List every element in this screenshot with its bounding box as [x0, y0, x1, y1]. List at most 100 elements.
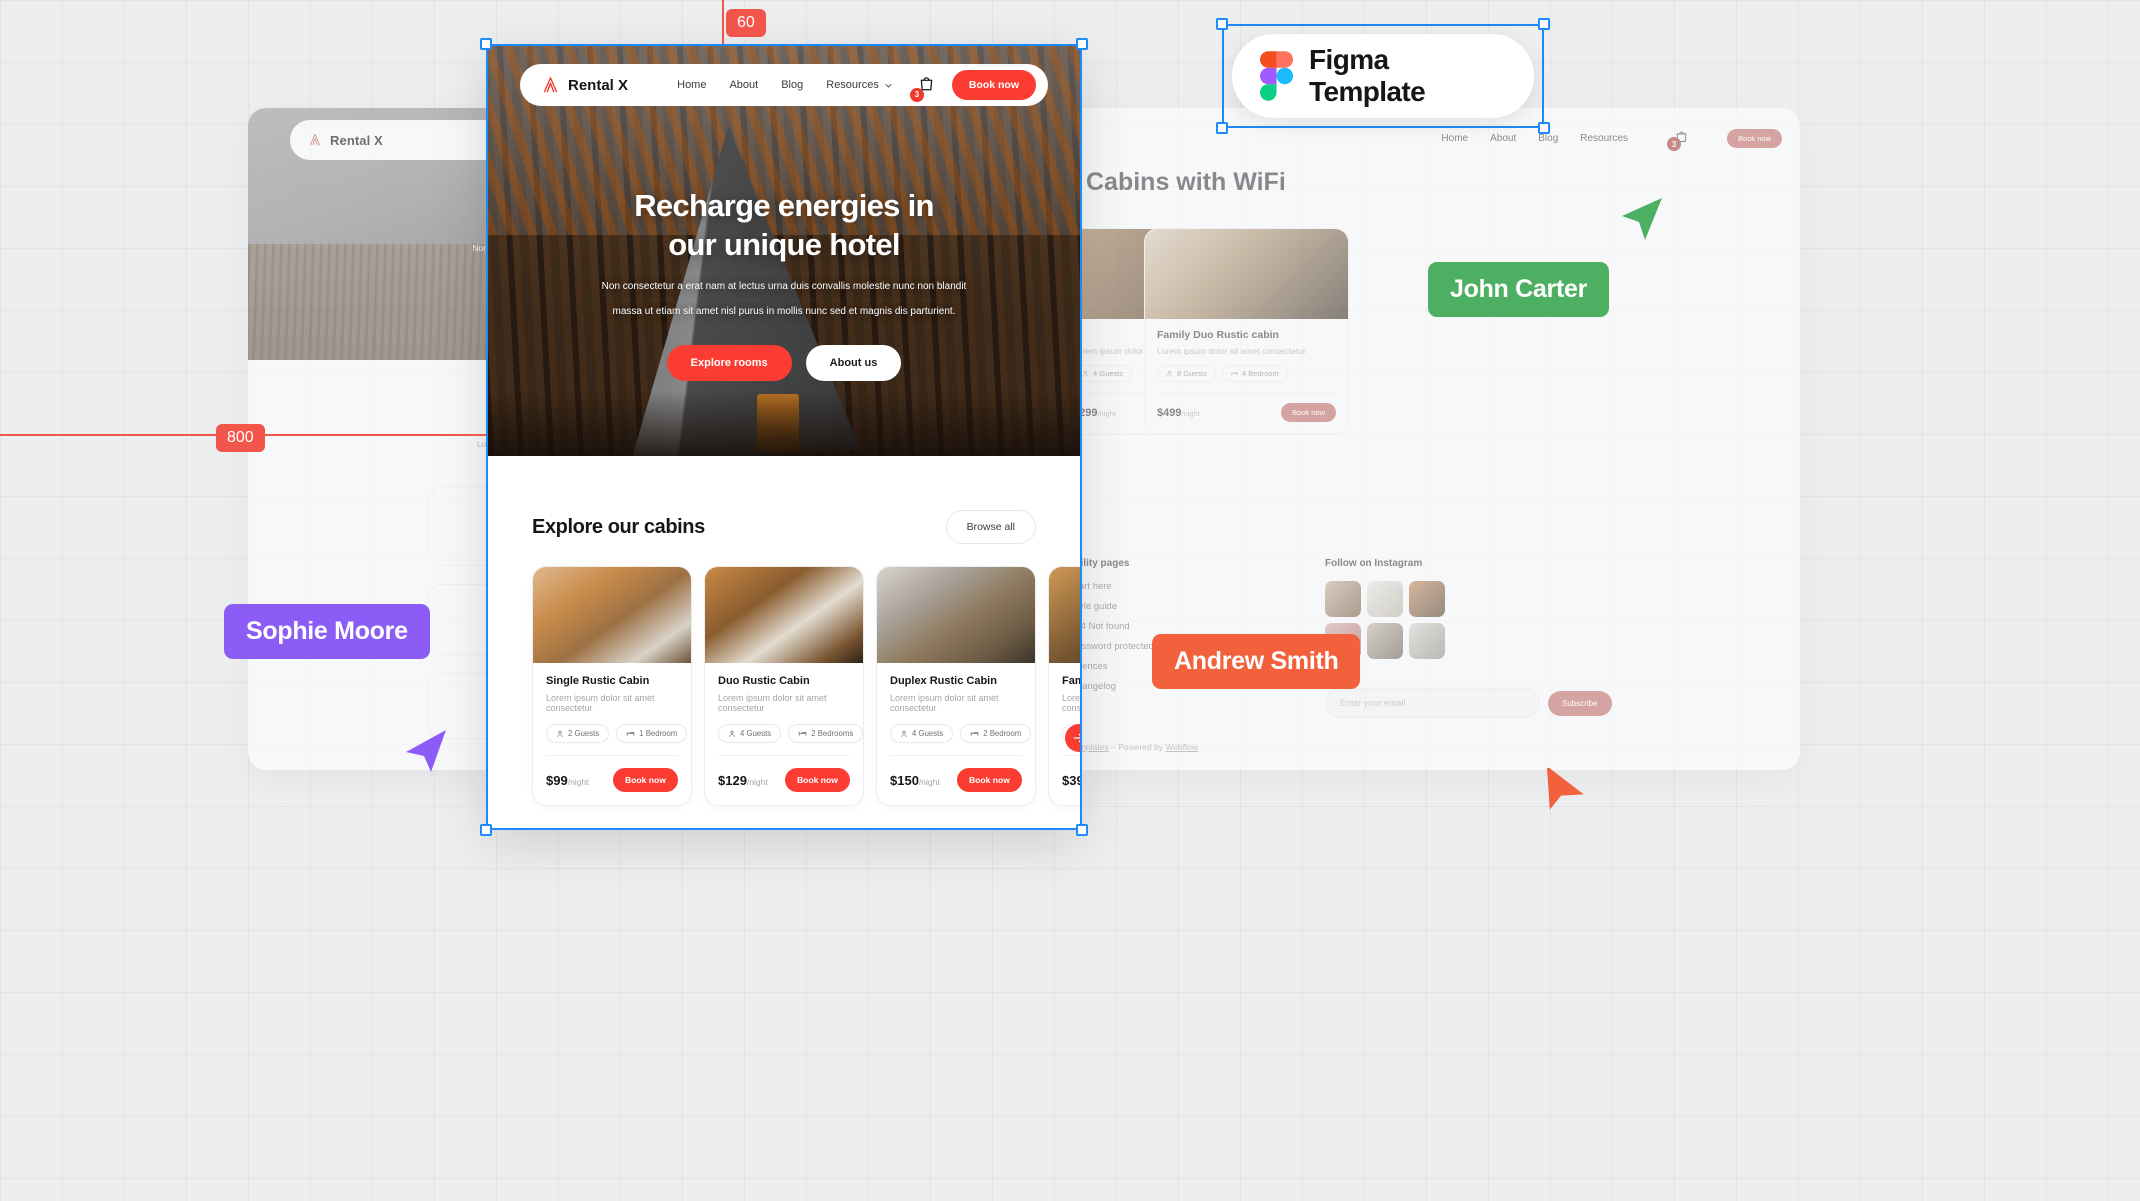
cart-button[interactable]: 3 [909, 73, 936, 102]
cabin-guests-chip: 2 Guests [546, 724, 610, 743]
email-input[interactable]: Enter your email [1325, 688, 1540, 718]
cabin-card[interactable]: Family Duo Rustic cabin Lorem ipsum dolo… [1048, 566, 1080, 806]
cabin-desc: Lorem ipsum dolor sit amet consectetur [890, 693, 999, 713]
browse-all-button[interactable]: Browse all [945, 510, 1036, 544]
cabin-card[interactable]: Single Rustic Cabin Lorem ipsum dolor si… [532, 566, 692, 806]
cabin-card[interactable]: Duplex Rustic Cabin Lorem ipsum dolor si… [876, 566, 1036, 806]
utility-link-licences[interactable]: Licences [1070, 661, 1154, 672]
right-book-now-button[interactable]: Book now [1727, 128, 1782, 148]
cabin-book-now-button[interactable]: Book now [1281, 403, 1336, 422]
cabin-chips: 2 Guests 1 Bedroom [546, 724, 688, 743]
bed-icon [798, 731, 807, 736]
figma-handle-bl[interactable] [1216, 122, 1228, 134]
utility-link-changelog[interactable]: Changelog [1070, 681, 1154, 692]
brand[interactable]: Rental X [542, 76, 628, 94]
cabin-bedrooms-chip: 4 Bedroom [1222, 365, 1288, 382]
cabin-bedrooms-chip: 1 Bedroom [616, 724, 688, 743]
selected-frame-home[interactable]: Rental X Home About Blog Resources 3 Boo… [488, 46, 1080, 828]
hero-buttons: Explore rooms About us [536, 345, 1032, 382]
utility-link-start-here[interactable]: Start here [1070, 581, 1154, 592]
nav-link-about[interactable]: About [729, 79, 758, 91]
nav-link-resources-label: Resources [826, 79, 879, 91]
book-now-button[interactable]: Book now [951, 70, 1036, 100]
cabin-book-now-button[interactable]: Book now [956, 768, 1022, 792]
cabin-image [533, 567, 691, 663]
hero-title-line2: our unique hotel [668, 227, 900, 263]
figma-template-label: Figma Template [1309, 44, 1426, 107]
selection-handle-tr[interactable] [1076, 38, 1088, 50]
cabin-name: Single Rustic Cabin [546, 675, 650, 687]
cabin-book-now-button[interactable]: Book now [612, 768, 678, 792]
selection-handle-bl[interactable] [480, 824, 492, 836]
tent-logo-icon [309, 133, 321, 146]
cabin-desc: Lorem ipsum dolor sit amet consectetur [546, 693, 655, 713]
cabin-guests-text: 4 Guests [912, 729, 944, 738]
utility-link-style-guide[interactable]: Style guide [1070, 601, 1154, 612]
explore-rooms-button[interactable]: Explore rooms [666, 345, 792, 382]
hero-title: Recharge energies in our unique hotel [536, 186, 1032, 264]
collaborator-label-john-carter: John Carter [1428, 262, 1610, 317]
selection-handle-tl[interactable] [480, 38, 492, 50]
collaborator-label-sophie-moore: Sophie Moore [224, 604, 430, 659]
about-us-button[interactable]: About us [805, 345, 902, 382]
cabins-carousel[interactable]: Single Rustic Cabin Lorem ipsum dolor si… [532, 566, 1080, 806]
nav-link-resources[interactable]: Resources [826, 79, 893, 91]
cabin-book-now-button[interactable]: Book now [784, 768, 850, 792]
right-frame-navbar[interactable]: Home About Blog Resources 3 Book now [1441, 118, 1782, 158]
right-frame-title: Cabins with WiFi [1086, 168, 1286, 196]
green-cursor [1622, 198, 1662, 240]
cabin-card[interactable]: Duo Rustic Cabin Lorem ipsum dolor sit a… [704, 566, 864, 806]
right-cabin-card[interactable]: Family Duo Rustic cabin Lorem ipsum dolo… [1144, 228, 1349, 435]
footer-webflow-link[interactable]: Webflow [1165, 742, 1197, 752]
instagram-thumb[interactable] [1409, 581, 1445, 617]
nav-link-home[interactable]: Home [677, 79, 706, 91]
cabin-chips: 4 Guests 2 Bedroom [890, 724, 1032, 743]
cabin-bedrooms-text: 1 Bedroom [639, 729, 678, 738]
right-nav-link-about[interactable]: About [1490, 133, 1516, 144]
cabin-price-unit: /night [918, 776, 940, 787]
figma-handle-tr[interactable] [1538, 18, 1550, 30]
hero-copy: Recharge energies in our unique hotel No… [488, 186, 1080, 382]
newsletter-row[interactable]: Enter your email Subscribe [1325, 688, 1612, 718]
utility-link-404[interactable]: 404 Not found [1070, 621, 1154, 632]
brand-text: Rental X [568, 76, 629, 94]
figma-template-badge[interactable]: Figma Template [1232, 34, 1534, 118]
cabins-header: Explore our cabins Browse all [532, 510, 1080, 544]
right-nav-link-blog[interactable]: Blog [1538, 133, 1558, 144]
navbar[interactable]: Rental X Home About Blog Resources 3 Boo… [520, 64, 1048, 106]
cabin-image [1145, 229, 1348, 319]
figma-handle-br[interactable] [1538, 122, 1550, 134]
cabin-bedrooms-chip: 2 Bedroom [960, 724, 1032, 743]
right-cart[interactable]: 3 [1667, 129, 1689, 151]
instagram-thumb[interactable] [1367, 581, 1403, 617]
cabin-guests-chip: 8 Guests [1157, 365, 1217, 382]
figma-canvas[interactable]: Rental X About us Non consectetur a erat… [0, 0, 2140, 1201]
nav-link-blog[interactable]: Blog [781, 79, 803, 91]
right-nav-link-home[interactable]: Home [1441, 133, 1468, 144]
cabin-price: $399/night [1062, 773, 1080, 788]
cabin-price: $499/night [1157, 407, 1200, 419]
collaborator-label-andrew-smith: Andrew Smith [1152, 634, 1361, 689]
instagram-thumb[interactable] [1325, 581, 1361, 617]
cabin-bedrooms-text: 4 Bedroom [1242, 369, 1279, 378]
footer-note: Templates – Powered by Webflow [1070, 742, 1198, 752]
cabin-guests-text: 8 Guests [1177, 369, 1208, 378]
cabins-heading: Explore our cabins [532, 515, 705, 538]
cabins-section: Explore our cabins Browse all Single Rus… [488, 456, 1080, 806]
cabin-footer: $150/night Book now [890, 755, 1022, 792]
selection-handle-br[interactable] [1076, 824, 1088, 836]
cabin-guests-chip: 4 Guests [890, 724, 954, 743]
bed-icon [1231, 372, 1238, 376]
cabin-name: Family Duo Rustic cabin [1062, 675, 1080, 687]
cabin-price: $99/night [546, 773, 589, 788]
figma-handle-tl[interactable] [1216, 18, 1228, 30]
subscribe-button[interactable]: Subscribe [1548, 690, 1612, 716]
instagram-thumb[interactable] [1409, 623, 1445, 659]
cabin-image [1049, 567, 1080, 663]
measure-badge-60: 60 [726, 9, 766, 37]
instagram-thumb[interactable] [1367, 623, 1403, 659]
utility-link-password[interactable]: Password protected [1070, 641, 1154, 652]
right-nav-link-resources[interactable]: Resources [1580, 133, 1628, 144]
person-icon [1083, 370, 1088, 377]
cabin-price: $150/night [890, 773, 940, 788]
